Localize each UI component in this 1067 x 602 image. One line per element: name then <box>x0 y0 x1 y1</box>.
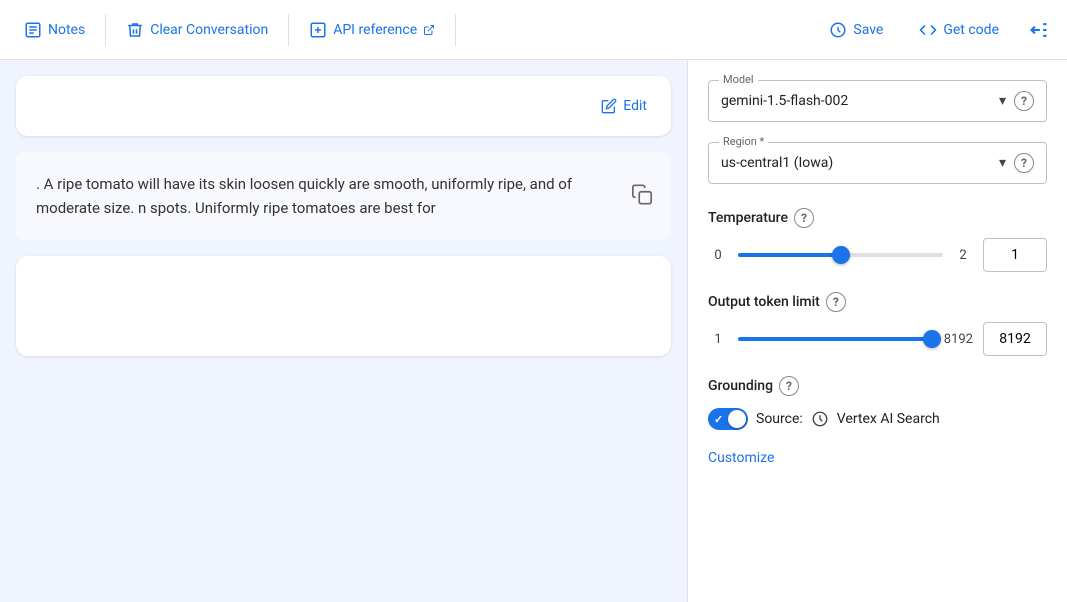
temperature-min: 0 <box>708 248 728 263</box>
sidebar: Model gemini-1.5-flash-002 ▾ ? Region * … <box>687 60 1067 602</box>
topbar-right: Save Get code <box>813 12 1059 48</box>
clear-label: Clear Conversation <box>150 22 268 38</box>
token-min: 1 <box>708 332 728 347</box>
grounding-help-icon[interactable]: ? <box>779 376 799 396</box>
token-max: 8192 <box>944 332 973 347</box>
save-label: Save <box>853 22 883 38</box>
main-layout: Edit . A ripe tomato will have its skin … <box>0 60 1067 602</box>
temperature-input[interactable] <box>983 238 1047 272</box>
temperature-label: Temperature <box>708 210 788 226</box>
grounding-toggle[interactable]: ✓ <box>708 408 748 430</box>
toggle-check-icon: ✓ <box>714 413 723 426</box>
token-track[interactable] <box>738 337 934 341</box>
external-link-icon <box>423 24 435 36</box>
divider-2 <box>288 14 289 46</box>
get-code-label: Get code <box>943 22 999 38</box>
source-label: Source: <box>756 411 803 427</box>
token-help-icon[interactable]: ? <box>826 292 846 312</box>
toggle-thumb <box>728 410 746 428</box>
token-slider-row: 1 8192 <box>708 322 1047 356</box>
model-label: Model <box>719 73 758 86</box>
temperature-section: Temperature ? 0 2 <box>708 208 1047 272</box>
text-card: . A ripe tomato will have its skin loose… <box>16 152 671 240</box>
divider-1 <box>105 14 106 46</box>
grounding-label: Grounding <box>708 378 773 394</box>
notes-label: Notes <box>48 22 85 38</box>
customize-button[interactable]: Customize <box>708 446 774 470</box>
notes-icon <box>24 21 42 39</box>
customize-label: Customize <box>708 450 774 466</box>
save-button[interactable]: Save <box>813 13 899 47</box>
edit-button[interactable]: Edit <box>593 92 655 120</box>
model-chevron-icon: ▾ <box>999 93 1006 109</box>
temperature-track[interactable] <box>738 253 943 257</box>
temperature-max: 2 <box>953 248 973 263</box>
grounding-label-row: Grounding ? <box>708 376 1047 396</box>
api-icon <box>309 21 327 39</box>
copy-icon <box>631 184 653 206</box>
model-field: Model gemini-1.5-flash-002 ▾ ? <box>708 80 1047 122</box>
copy-button[interactable] <box>625 178 659 215</box>
region-field: Region * us-central1 (Iowa) ▾ ? <box>708 142 1047 184</box>
temperature-thumb[interactable] <box>832 246 850 264</box>
trash-icon <box>126 21 144 39</box>
model-select[interactable]: gemini-1.5-flash-002 <box>721 93 995 109</box>
edit-label: Edit <box>623 98 647 114</box>
edit-card: Edit <box>16 76 671 136</box>
collapse-button[interactable] <box>1019 12 1059 48</box>
grounding-toggle-row: ✓ Source: Vertex AI Search <box>708 408 1047 430</box>
token-thumb[interactable] <box>923 330 941 348</box>
region-help-icon[interactable]: ? <box>1014 153 1034 173</box>
collapse-icon <box>1029 20 1049 40</box>
region-select-wrapper[interactable]: Region * us-central1 (Iowa) ▾ ? <box>708 142 1047 184</box>
content-area: Edit . A ripe tomato will have its skin … <box>0 60 687 602</box>
region-chevron-icon: ▾ <box>999 155 1006 171</box>
empty-card <box>16 256 671 356</box>
temperature-help-icon[interactable]: ? <box>794 208 814 228</box>
get-code-button[interactable]: Get code <box>903 13 1015 47</box>
model-select-wrapper[interactable]: Model gemini-1.5-flash-002 ▾ ? <box>708 80 1047 122</box>
token-label-row: Output token limit ? <box>708 292 1047 312</box>
divider-3 <box>455 14 456 46</box>
vertex-label: Vertex AI Search <box>837 411 940 427</box>
pencil-icon <box>601 98 617 114</box>
clear-conversation-button[interactable]: Clear Conversation <box>110 13 284 47</box>
temperature-label-row: Temperature ? <box>708 208 1047 228</box>
temperature-slider-row: 0 2 <box>708 238 1047 272</box>
api-reference-button[interactable]: API reference <box>293 13 451 47</box>
save-icon <box>829 21 847 39</box>
token-fill <box>738 337 932 341</box>
notes-button[interactable]: Notes <box>8 13 101 47</box>
token-limit-section: Output token limit ? 1 8192 <box>708 292 1047 356</box>
model-help-icon[interactable]: ? <box>1014 91 1034 111</box>
response-text: . A ripe tomato will have its skin loose… <box>36 172 651 220</box>
region-label: Region * <box>719 135 768 148</box>
topbar: Notes Clear Conversation API reference <box>0 0 1067 60</box>
token-input[interactable] <box>983 322 1047 356</box>
token-limit-label: Output token limit <box>708 294 820 310</box>
grounding-section: Grounding ? ✓ Source: Vertex AI Search <box>708 376 1047 430</box>
code-icon <box>919 21 937 39</box>
temperature-fill <box>738 253 841 257</box>
region-select[interactable]: us-central1 (Iowa) <box>721 155 995 171</box>
vertex-icon <box>811 410 829 428</box>
api-label: API reference <box>333 22 417 38</box>
